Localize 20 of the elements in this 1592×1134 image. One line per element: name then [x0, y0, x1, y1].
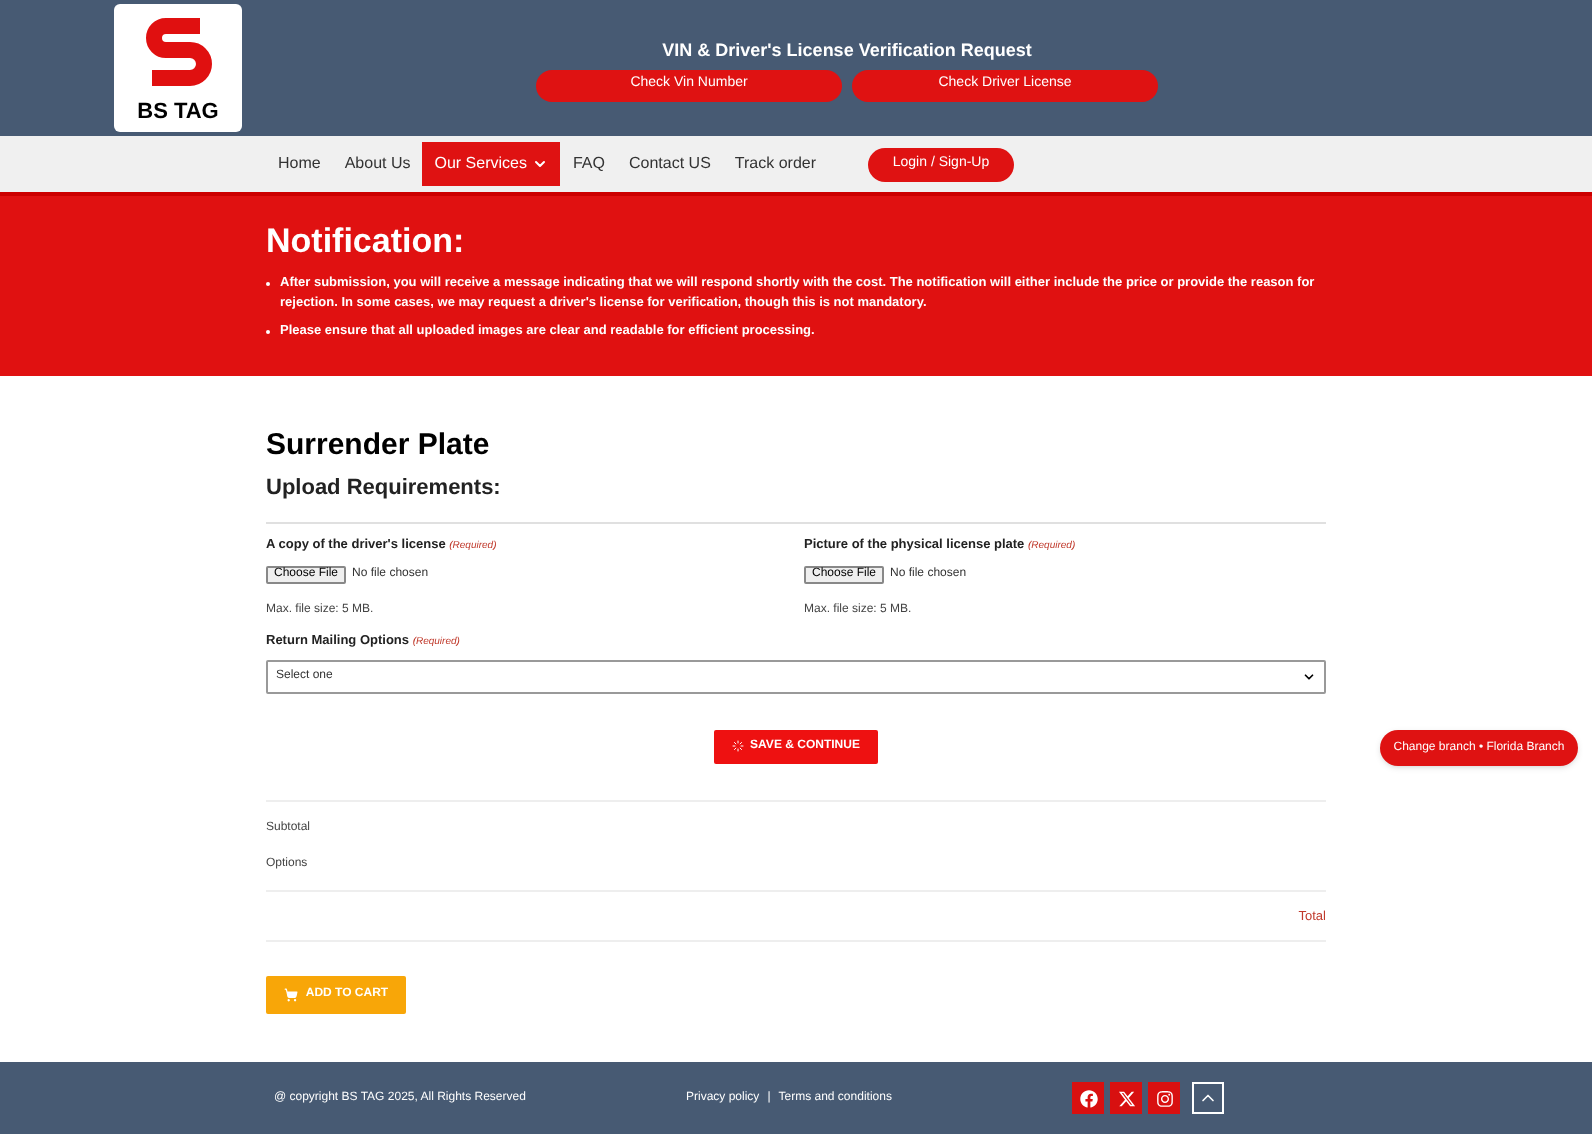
nav-item[interactable]: Home — [266, 142, 333, 186]
cart-icon — [283, 988, 298, 1003]
header-title: VIN & Driver's License Verification Request — [662, 38, 1032, 64]
scroll-up-button[interactable] — [1192, 1082, 1224, 1114]
facebook-icon[interactable] — [1072, 1082, 1104, 1114]
logo-text: BS TAG — [137, 102, 219, 124]
section-title: Upload Requirements: — [266, 478, 503, 500]
dropdown-icon — [1302, 669, 1316, 683]
page-title: Surrender Plate — [266, 430, 492, 460]
instagram-icon[interactable] — [1148, 1082, 1180, 1114]
nav-item[interactable]: About Us — [332, 142, 423, 186]
spinner-icon — [732, 740, 745, 752]
nav-item[interactable]: Track order — [722, 142, 829, 186]
logo[interactable]: BS TAG — [114, 4, 242, 132]
nav-item[interactable]: Contact US — [617, 142, 723, 186]
nav-item[interactable]: FAQ — [560, 142, 617, 186]
nav-item[interactable]: Our Services — [422, 142, 561, 186]
caret-icon — [532, 156, 549, 172]
notification-title: Notification: — [266, 224, 467, 258]
x-icon[interactable] — [1110, 1082, 1142, 1114]
